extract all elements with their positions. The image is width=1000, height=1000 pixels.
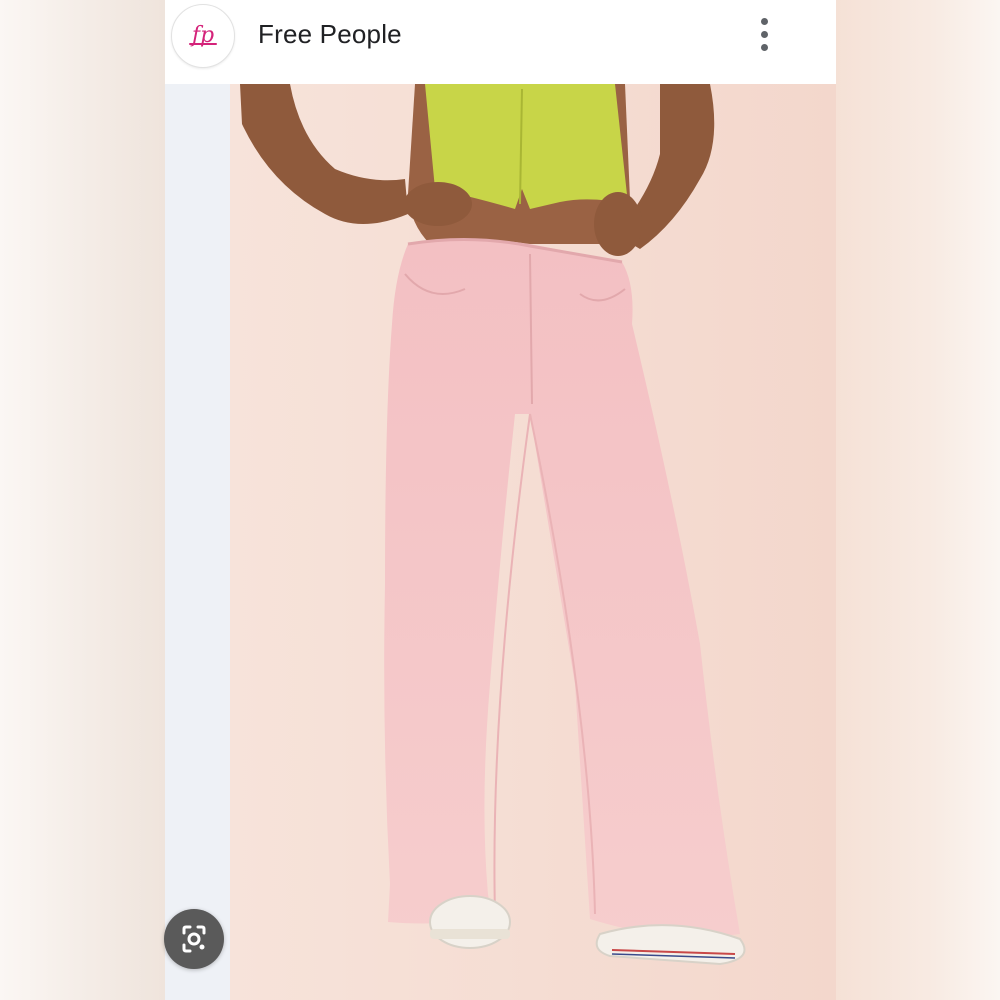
brand-logo-icon: fp [191,23,215,48]
google-lens-icon [182,925,206,953]
more-options-button[interactable] [747,12,783,56]
card-header: fp Free People [165,0,836,85]
right-hand [594,192,642,256]
left-hand [404,182,472,226]
more-vert-icon [761,18,768,25]
product-photo-illustration [230,84,836,1000]
google-lens-button[interactable] [164,909,224,969]
brand-avatar[interactable]: fp [171,4,235,68]
more-vert-icon-dot-3 [761,44,768,51]
brand-name[interactable]: Free People [258,19,402,50]
logo-underline [189,43,217,45]
left-gutter [165,84,230,1000]
left-blurred-backdrop [0,0,165,1000]
left-sneaker [429,895,511,949]
result-card: fp Free People [165,0,836,1000]
more-vert-icon-dot-2 [761,31,768,38]
product-image[interactable] [230,84,836,1000]
right-blurred-backdrop [836,0,1000,1000]
